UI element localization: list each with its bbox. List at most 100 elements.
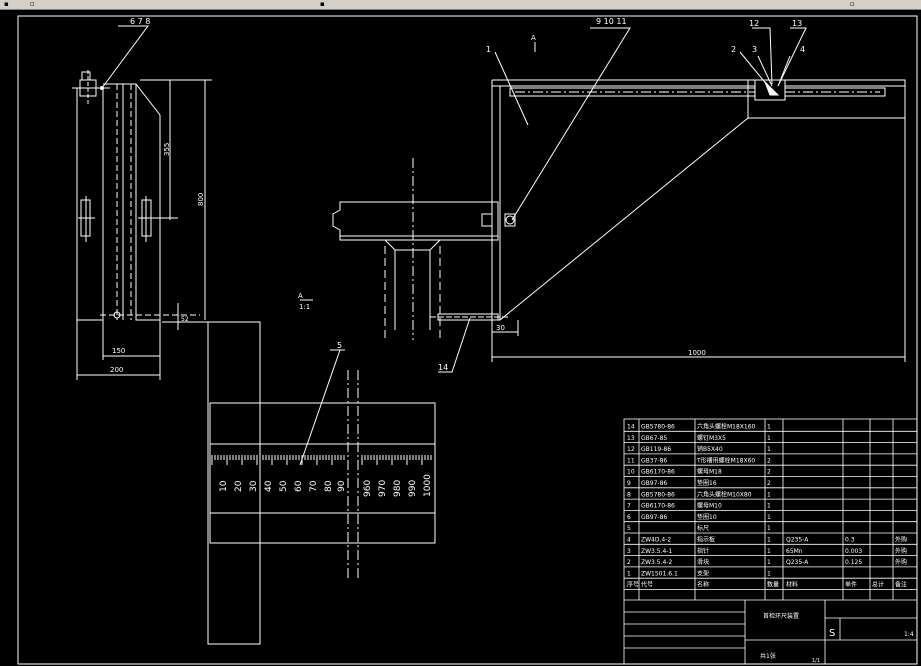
ruler-label: 40 xyxy=(264,480,274,492)
parts-cell: 支架 xyxy=(697,569,709,577)
ruler-label: 980 xyxy=(393,480,403,497)
parts-cell: 5 xyxy=(627,525,631,532)
parts-cell: 总计 xyxy=(872,581,884,589)
parts-cell: 1 xyxy=(767,514,771,521)
toolbar: ▪ ▫ ▪ ▫ xyxy=(0,0,921,10)
parts-cell: 1 xyxy=(767,424,771,431)
ruler-label: 1000 xyxy=(423,474,433,497)
parts-cell: 垫圈10 xyxy=(697,513,717,521)
parts-cell: T形槽用螺栓M18X60 xyxy=(696,456,755,464)
parts-cell: GB5780-86 xyxy=(641,424,675,431)
callout-13: 13 xyxy=(792,19,802,28)
title-block-sheet-of: 1/1 xyxy=(812,658,820,664)
callout-14: 14 xyxy=(438,363,448,372)
parts-cell: GB6170-86 xyxy=(641,503,675,510)
parts-cell: GB5780-86 xyxy=(641,491,675,498)
ruler-label: 20 xyxy=(234,480,244,492)
dim-355: 355 xyxy=(163,143,171,156)
folder-icon[interactable]: ▪ xyxy=(4,0,9,8)
parts-cell: 螺母M18 xyxy=(697,468,722,476)
parts-cell: ZW3.5.4-1 xyxy=(641,548,672,555)
parts-cell: 2 xyxy=(767,457,771,464)
parts-cell: 1 xyxy=(767,491,771,498)
main-bracket-dimensions xyxy=(491,118,906,362)
layer-icon[interactable]: ▫ xyxy=(850,0,855,8)
ruler-label: 30 xyxy=(249,480,259,492)
callout-4: 4 xyxy=(800,45,805,54)
parts-cell: 销B5X40 xyxy=(697,445,723,453)
parts-cell: 外购 xyxy=(895,547,907,555)
ruler-label: 70 xyxy=(309,480,319,492)
parts-cell: 8 xyxy=(627,491,631,498)
ruler-label: 990 xyxy=(408,480,418,497)
callout-91011: 9 10 11 xyxy=(596,17,627,26)
callout-1: 1 xyxy=(486,45,491,54)
ruler-label: 80 xyxy=(324,480,334,492)
parts-cell: 指针 xyxy=(697,547,709,555)
parts-cell: 10 xyxy=(627,469,635,476)
dim-30: 30 xyxy=(496,324,505,332)
parts-cell: Q235-A xyxy=(786,559,809,566)
parts-cell: 垫圈16 xyxy=(697,479,717,487)
parts-cell: 4 xyxy=(627,537,631,544)
dim-200: 200 xyxy=(110,366,123,374)
parts-cell: 12 xyxy=(627,446,635,453)
ruler-label: 50 xyxy=(279,480,289,492)
parts-cell: 代号 xyxy=(641,581,653,589)
section-mark-mid: A xyxy=(298,292,303,300)
parts-cell: GB97-86 xyxy=(641,514,667,521)
image-icon[interactable]: ▫ xyxy=(30,0,35,8)
parts-cell: 0.003 xyxy=(845,548,862,555)
parts-cell: 1 xyxy=(767,548,771,555)
parts-cell: GB37-86 xyxy=(641,457,667,464)
parts-cell: 滑块 xyxy=(697,558,709,566)
parts-cell: 3 xyxy=(627,548,631,555)
parts-cell: 6 xyxy=(627,514,631,521)
parts-cell: ZW3.5.4-2 xyxy=(641,559,672,566)
parts-list: 14 GB5780-86 六角头螺栓M18X160 113 GB67-85 螺钉M3X5 1… xyxy=(627,423,907,589)
parts-cell: 六角头螺栓M18X160 xyxy=(697,423,756,431)
callout-12: 12 xyxy=(749,19,759,28)
parts-cell: 螺母M10 xyxy=(697,502,722,510)
section-mark-top: A xyxy=(531,34,536,42)
parts-cell: 单件 xyxy=(845,581,857,589)
parts-cell: GB119-86 xyxy=(641,446,671,453)
dim-52: 52 xyxy=(181,316,189,323)
main-bracket xyxy=(491,79,906,321)
callout-5: 5 xyxy=(337,341,342,350)
parts-cell: 六角头螺栓M10X80 xyxy=(697,490,752,498)
parts-cell: 2 xyxy=(627,559,631,566)
parts-cell: 外购 xyxy=(895,536,907,544)
parts-cell: 1 xyxy=(767,537,771,544)
parts-cell: 11 xyxy=(627,457,635,464)
callout-3: 3 xyxy=(752,45,757,54)
parts-cell: 0.3 xyxy=(845,537,855,544)
cad-drawing[interactable]: 6 7 8 9 10 11 1 12 13 2 3 4 5 14 A A 1:1… xyxy=(0,10,921,666)
parts-cell: 数量 xyxy=(767,581,779,589)
parts-cell: 1 xyxy=(767,525,771,532)
parts-cell: 外购 xyxy=(895,558,907,566)
parts-cell: GB97-86 xyxy=(641,480,667,487)
ruler-label: 970 xyxy=(378,480,388,497)
grid-icon[interactable]: ▪ xyxy=(320,0,325,8)
leader-91011 xyxy=(511,27,631,221)
parts-cell: 1 xyxy=(767,435,771,442)
title-block-scale: 1:4 xyxy=(904,631,914,638)
parts-cell: GB6170-86 xyxy=(641,469,675,476)
parts-cell: GB67-85 xyxy=(641,435,667,442)
callout-2: 2 xyxy=(731,45,736,54)
parts-cell: 名称 xyxy=(697,581,709,589)
section-view-scale: 1:1 xyxy=(299,303,310,311)
ruler-label: 90 xyxy=(337,480,347,492)
parts-cell: ZW1501.6.1 xyxy=(641,570,678,577)
parts-cell: 备注 xyxy=(895,581,907,589)
parts-cell: 1 xyxy=(627,570,631,577)
title-block-title: 首检环尺装置 xyxy=(763,612,799,620)
parts-cell: 1 xyxy=(767,559,771,566)
ruler-labels: 10 20 30 40 50 60 70 80 90 960 970 980 990 1000 xyxy=(219,474,433,497)
parts-cell: 1 xyxy=(767,446,771,453)
parts-cell: 材料 xyxy=(786,581,798,589)
dim-150: 150 xyxy=(112,347,125,355)
parts-cell: 指示板 xyxy=(697,536,715,544)
dim-800: 800 xyxy=(197,193,205,206)
